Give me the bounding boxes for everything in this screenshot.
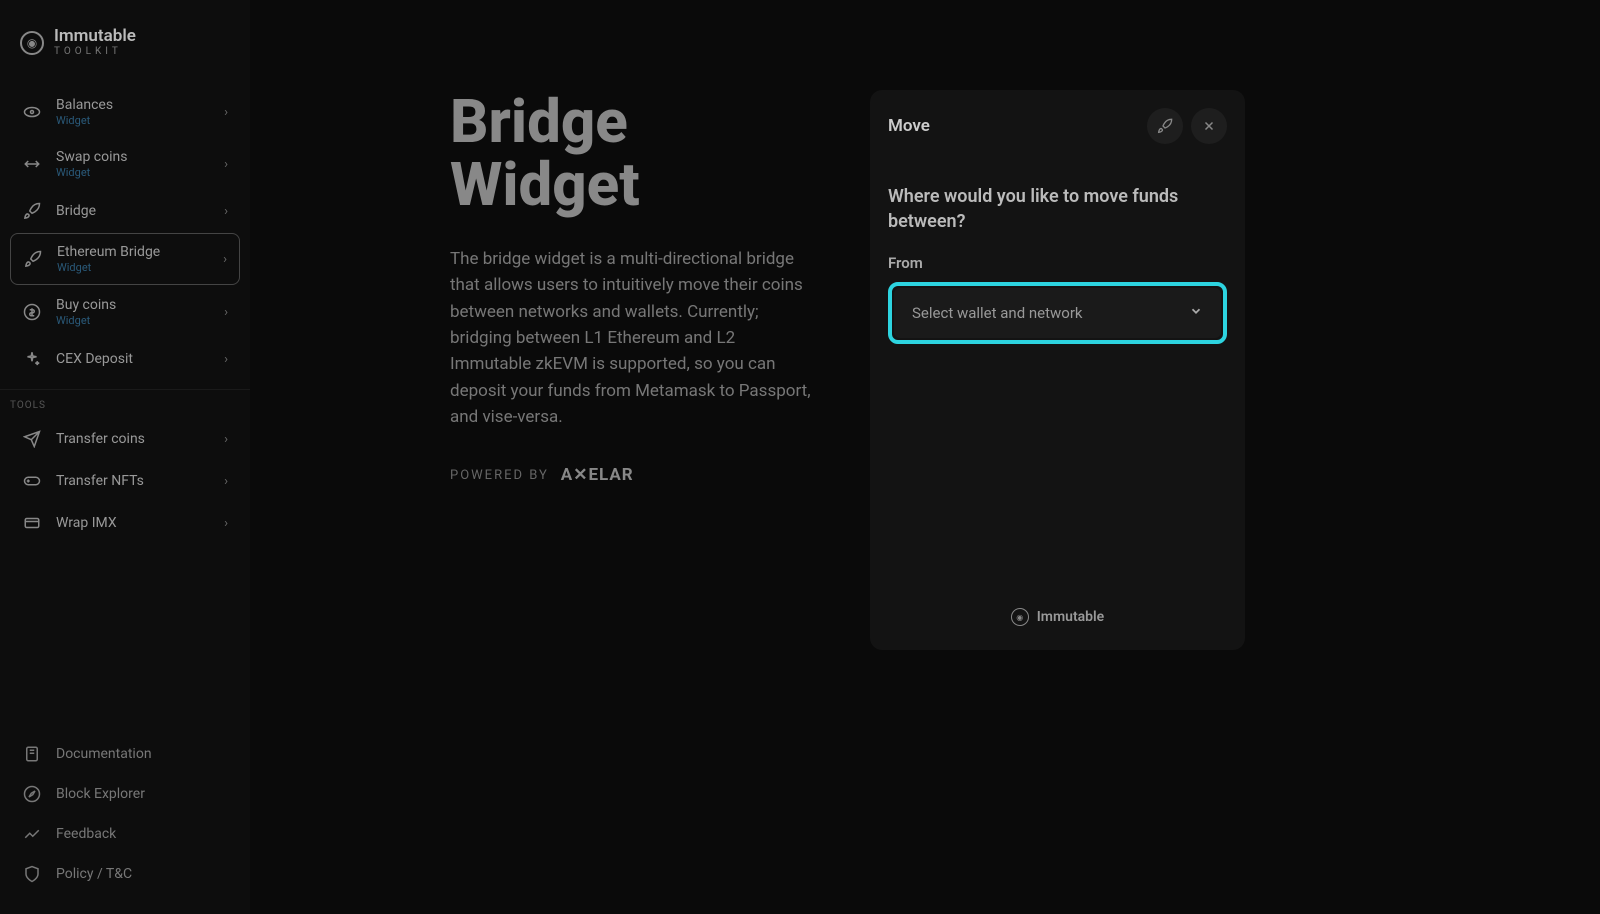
sidebar-item-bridge[interactable]: Bridge › [10, 191, 240, 231]
sidebar-item-cex-deposit[interactable]: CEX Deposit › [10, 339, 240, 379]
nav-label: Wrap IMX [56, 515, 224, 531]
gamepad-icon [22, 471, 42, 491]
sidebar-item-balances[interactable]: Balances Widget › [10, 87, 240, 137]
nav-main: Balances Widget › Swap coins Widget › Br… [0, 87, 250, 381]
swap-icon [22, 154, 42, 174]
nav-label: Swap coins [56, 149, 224, 165]
select-highlight: Select wallet and network [888, 282, 1227, 344]
chevron-right-icon: › [224, 305, 228, 320]
widget-question: Where would you like to move funds betwe… [888, 184, 1227, 234]
nav-sublabel: Widget [57, 261, 223, 274]
immutable-logo-icon: ◉ [1011, 608, 1029, 626]
nav-label: CEX Deposit [56, 351, 224, 367]
footer-documentation[interactable]: Documentation [10, 734, 240, 774]
chevron-down-icon [1189, 304, 1203, 322]
compass-icon [22, 784, 42, 804]
footer-policy[interactable]: Policy / T&C [10, 854, 240, 894]
sidebar-item-transfer-nfts[interactable]: Transfer NFTs › [10, 461, 240, 501]
nav-label: Bridge [56, 203, 224, 219]
rocket-icon [22, 201, 42, 221]
powered-by: POWERED BY A✕ELAR [450, 465, 820, 485]
dollar-icon [22, 302, 42, 322]
footer-label: Block Explorer [56, 786, 145, 802]
nav-tools: Transfer coins › Transfer NFTs › Wrap IM… [0, 419, 250, 545]
sidebar-item-transfer-coins[interactable]: Transfer coins › [10, 419, 240, 459]
shield-icon [22, 864, 42, 884]
sidebar-item-buy-coins[interactable]: Buy coins Widget › [10, 287, 240, 337]
brand-name: Immutable [54, 28, 136, 45]
chevron-right-icon: › [224, 157, 228, 172]
widget-footer-brand: Immutable [1037, 609, 1104, 625]
widget-header: Move [888, 108, 1227, 144]
nav-label: Ethereum Bridge [57, 244, 223, 260]
widget-footer: ◉ Immutable [888, 608, 1227, 632]
sidebar-item-ethereum-bridge[interactable]: Ethereum Bridge Widget › [10, 233, 240, 285]
nav-label: Buy coins [56, 297, 224, 313]
rocket-icon [23, 249, 43, 269]
nav-label: Transfer coins [56, 431, 224, 447]
close-button[interactable] [1191, 108, 1227, 144]
footer-feedback[interactable]: Feedback [10, 814, 240, 854]
axelar-logo: A✕ELAR [561, 465, 634, 485]
sidebar-item-wrap-imx[interactable]: Wrap IMX › [10, 503, 240, 543]
chevron-right-icon: › [224, 352, 228, 367]
chart-icon [22, 824, 42, 844]
sidebar-item-swap[interactable]: Swap coins Widget › [10, 139, 240, 189]
send-icon [22, 429, 42, 449]
wallet-network-select[interactable]: Select wallet and network [894, 288, 1221, 338]
logo-icon [20, 31, 44, 55]
from-label: From [888, 254, 1227, 272]
page-description: The bridge widget is a multi-directional… [450, 246, 820, 430]
brand-logo[interactable]: Immutable TOOLKIT [0, 20, 250, 87]
powered-by-label: POWERED BY [450, 468, 549, 483]
main-content: Bridge Widget The bridge widget is a mul… [250, 0, 1600, 914]
chevron-right-icon: › [224, 432, 228, 447]
nav-sublabel: Widget [56, 166, 224, 179]
nav-label: Balances [56, 97, 224, 113]
chevron-right-icon: › [224, 204, 228, 219]
rocket-button[interactable] [1147, 108, 1183, 144]
widget-title: Move [888, 116, 930, 136]
footer-label: Documentation [56, 746, 152, 762]
footer-block-explorer[interactable]: Block Explorer [10, 774, 240, 814]
chevron-right-icon: › [223, 252, 227, 267]
sparkle-icon [22, 349, 42, 369]
nav-sublabel: Widget [56, 114, 224, 127]
page-title: Bridge Widget [450, 90, 820, 216]
nav-sublabel: Widget [56, 314, 224, 327]
move-widget: Move Where would you like to move funds … [870, 90, 1245, 650]
footer-label: Feedback [56, 826, 116, 842]
footer-label: Policy / T&C [56, 866, 132, 882]
card-icon [22, 513, 42, 533]
tools-section-header: TOOLS [0, 389, 250, 419]
brand-subtitle: TOOLKIT [54, 47, 136, 57]
chevron-right-icon: › [224, 516, 228, 531]
content-description: Bridge Widget The bridge widget is a mul… [450, 90, 820, 874]
chevron-right-icon: › [224, 474, 228, 489]
eye-icon [22, 102, 42, 122]
chevron-right-icon: › [224, 105, 228, 120]
doc-icon [22, 744, 42, 764]
sidebar: Immutable TOOLKIT Balances Widget › Swap… [0, 0, 250, 914]
sidebar-footer: Documentation Block Explorer Feedback Po… [0, 734, 250, 914]
nav-label: Transfer NFTs [56, 473, 224, 489]
select-placeholder: Select wallet and network [912, 304, 1083, 322]
